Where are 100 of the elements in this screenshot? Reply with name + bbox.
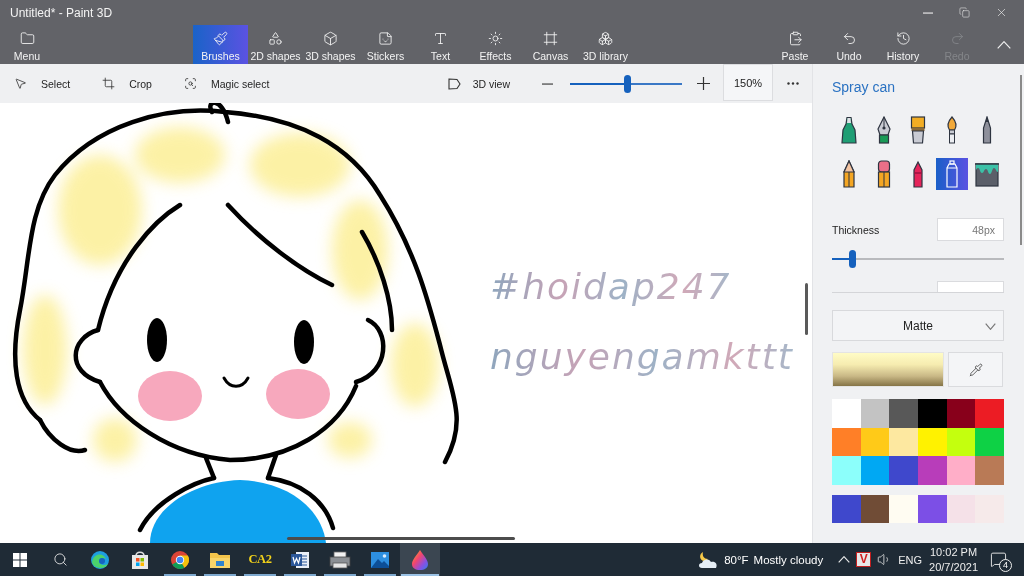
ribbon-tab[interactable]: Effects [468,25,523,64]
pen-nib-icon [875,116,892,144]
tool-button[interactable]: Select [4,64,81,103]
tool-button[interactable]: Crop [92,64,162,103]
color-swatch[interactable] [918,494,947,524]
ribbon-tab[interactable]: 3D library [578,25,633,64]
document-icon [290,550,310,569]
tag-icon [447,77,461,90]
weather-text: Mostly cloudy [753,553,824,566]
printer-icon [329,550,351,569]
window-title: Untitled* - Paint 3D [10,5,113,20]
finish-dropdown[interactable]: Matte [832,310,1004,341]
windows-logo-icon [13,552,27,567]
chevron-up-icon [838,556,851,563]
slider-thumb[interactable] [848,250,856,268]
language-button[interactable]: ENG [895,543,926,576]
vertical-scrollbar[interactable] [805,283,808,335]
color-swatch[interactable] [889,427,918,457]
horizontal-scrollbar[interactable] [287,537,515,540]
color-swatch[interactable] [975,427,1004,457]
redo-icon [949,31,965,46]
view-3d-button[interactable]: 3D view [437,64,520,103]
cloud-moon-icon [697,550,720,569]
ribbon-action-button[interactable]: Undo [822,25,876,64]
chevron-up-icon [997,40,1011,49]
ribbon-action-button[interactable]: History [876,25,930,64]
input-method-button[interactable]: V [856,552,872,567]
chrome-logo-icon [170,549,190,570]
clock-button[interactable]: 10:02 PM 20/7/2021 [925,543,982,576]
time-text: 10:02 PM [930,544,978,560]
color-swatch[interactable] [860,494,890,524]
paint-bucket-icon [973,161,1000,187]
date-text: 20/7/2021 [929,559,978,575]
crop-icon [102,77,116,90]
color-swatch[interactable] [860,456,890,485]
color-swatch[interactable] [889,456,918,485]
menu-button[interactable]: Menu [0,25,54,64]
color-swatch[interactable] [946,456,976,485]
ribbon-tab[interactable]: Text [413,25,468,64]
thickness-label: Thickness [832,223,880,236]
ribbon-tab[interactable]: Brushes [193,25,248,64]
color-swatch[interactable] [889,494,918,524]
color-swatch[interactable] [832,399,861,428]
sticker-icon [378,31,393,46]
color-swatch[interactable] [889,399,918,428]
zoom-percentage-button[interactable]: 150% [723,64,773,101]
color-swatch[interactable] [918,456,947,485]
plus-icon [696,77,710,90]
shapes-icon [268,31,283,46]
color-swatch[interactable] [918,399,947,428]
color-swatch[interactable] [975,399,1004,428]
shopping-bag-icon [131,549,149,570]
panel-scrollbar[interactable] [1020,75,1022,245]
color-swatch[interactable] [946,399,976,428]
temperature-text: 80°F [724,553,749,566]
tool-button[interactable]: Magic select [173,64,280,103]
search-icon [52,552,68,567]
minus-icon [541,82,553,85]
paintbrush-icon [213,31,228,46]
cube-icon [323,31,338,46]
ribbon-action-button[interactable]: Paste [768,25,822,64]
ribbon-tab[interactable]: 2D shapes [248,25,303,64]
boxes-icon [598,31,613,46]
scan-frame-icon [183,77,197,90]
brush-button[interactable] [936,158,969,190]
chevron-down-icon [985,323,996,330]
pencil-icon [841,160,858,188]
frame-icon [543,31,558,46]
color-swatch[interactable] [832,456,861,485]
close-icon [995,6,1008,19]
color-swatch[interactable] [860,399,890,428]
color-drop-icon [411,548,429,571]
ribbon-tab[interactable]: 3D shapes [303,25,358,64]
minimize-icon [922,11,933,14]
eyedropper-icon [968,362,983,377]
color-swatch[interactable] [975,456,1004,485]
folder-icon [209,550,231,569]
flat-brush-icon [910,116,926,144]
mountain-picture-icon [370,550,390,569]
weather-button[interactable]: 80°F Mostly cloudy [693,543,828,576]
color-swatch[interactable] [946,494,976,524]
pointer-icon [14,77,27,90]
text-icon [433,31,448,46]
color-swatch[interactable] [832,494,861,524]
slider-thumb[interactable] [623,74,631,93]
sun-icon [488,31,503,46]
more-icon [787,82,799,85]
ribbon-tab[interactable]: Stickers [358,25,413,64]
history-icon [895,31,911,46]
notifications-button[interactable]: 4 [982,543,1014,576]
notification-badge: 4 [999,559,1012,572]
restore-icon [959,7,970,18]
panel-title: Spray can [832,78,897,96]
thickness-field[interactable]: 48px [937,218,1004,241]
crayon-icon [910,160,926,188]
ribbon-tab[interactable]: Canvas [523,25,578,64]
folder-icon [19,31,35,46]
color-swatch[interactable] [832,427,861,457]
clipboard-icon [787,31,803,46]
marker-icon [841,116,858,144]
